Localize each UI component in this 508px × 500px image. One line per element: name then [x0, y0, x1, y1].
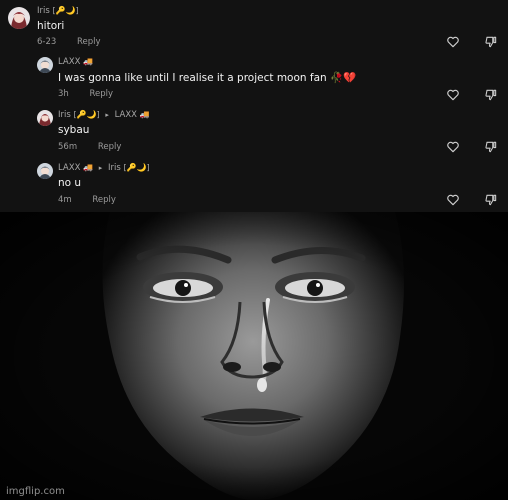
anime-avatar-icon — [8, 7, 30, 29]
anime-avatar-icon — [37, 57, 53, 73]
user-badge: [🔑🌙] — [73, 110, 100, 119]
reply-to-username[interactable]: Iris — [108, 163, 121, 173]
reply-button[interactable]: Reply — [90, 89, 114, 99]
thumbs-down-icon — [485, 141, 497, 153]
heart-icon — [447, 141, 459, 153]
comment-username[interactable]: Iris [🔑🌙] — [37, 6, 79, 16]
user-badge: 🚚 — [83, 57, 94, 66]
reply-button[interactable]: Reply — [98, 142, 122, 152]
reply-button[interactable]: Reply — [92, 195, 116, 205]
heart-icon — [447, 194, 459, 206]
user-avatar[interactable] — [37, 163, 53, 179]
reply-to-username[interactable]: LAXX — [115, 110, 137, 120]
imgflip-watermark: imgflip.com — [6, 486, 65, 497]
reply-arrow-icon: ▸ — [98, 164, 103, 172]
username-text: Iris — [58, 110, 71, 120]
dislike-button[interactable] — [484, 88, 498, 102]
dislike-button[interactable] — [484, 193, 498, 207]
reaction-image: imgflip.com — [0, 212, 508, 500]
user-badge: 🚚 — [83, 163, 94, 172]
heart-icon — [447, 89, 459, 101]
dislike-button[interactable] — [484, 35, 498, 49]
like-button[interactable] — [446, 140, 460, 154]
comment-time: 3h — [58, 89, 69, 99]
reply-button[interactable]: Reply — [77, 37, 101, 47]
comment-username[interactable]: Iris [🔑🌙] ▸ LAXX 🚚 — [58, 110, 150, 120]
comment-text: I was gonna like until I realise it a pr… — [58, 72, 357, 84]
comment-text: no u — [58, 177, 82, 189]
comment-username[interactable]: LAXX 🚚 ▸ Iris [🔑🌙] — [58, 163, 150, 173]
crying-face-image — [0, 212, 508, 500]
heart-icon — [447, 36, 459, 48]
reply-to-badge: [🔑🌙] — [123, 163, 150, 172]
comment-meta: 56m Reply — [58, 142, 121, 152]
comment-meta: 3h Reply — [58, 89, 113, 99]
anime-avatar-icon — [37, 163, 53, 179]
comment-meta: 4m Reply — [58, 195, 116, 205]
comment-username[interactable]: LAXX 🚚 — [58, 57, 93, 67]
comment-text: hitori — [37, 20, 65, 32]
thumbs-down-icon — [485, 194, 497, 206]
reply-to-badge: 🚚 — [139, 110, 150, 119]
like-button[interactable] — [446, 193, 460, 207]
user-avatar[interactable] — [37, 110, 53, 126]
comment-text: sybau — [58, 124, 90, 136]
like-button[interactable] — [446, 35, 460, 49]
dislike-button[interactable] — [484, 140, 498, 154]
comment-meta: 6-23 Reply — [37, 37, 101, 47]
user-avatar[interactable] — [8, 7, 30, 29]
comment-time: 4m — [58, 195, 72, 205]
user-badge: [🔑🌙] — [52, 6, 79, 15]
comment-time: 6-23 — [37, 37, 57, 47]
username-text: Iris — [37, 6, 50, 16]
username-text: LAXX — [58, 163, 81, 173]
anime-avatar-icon — [37, 110, 53, 126]
like-button[interactable] — [446, 88, 460, 102]
reply-arrow-icon: ▸ — [105, 111, 109, 119]
user-avatar[interactable] — [37, 57, 53, 73]
username-text: LAXX — [58, 57, 81, 67]
thumbs-down-icon — [485, 89, 497, 101]
thumbs-down-icon — [485, 36, 497, 48]
comment-time: 56m — [58, 142, 78, 152]
comment-thread: Iris [🔑🌙] hitori 6-23 Reply LAXX 🚚 I was… — [0, 0, 508, 212]
